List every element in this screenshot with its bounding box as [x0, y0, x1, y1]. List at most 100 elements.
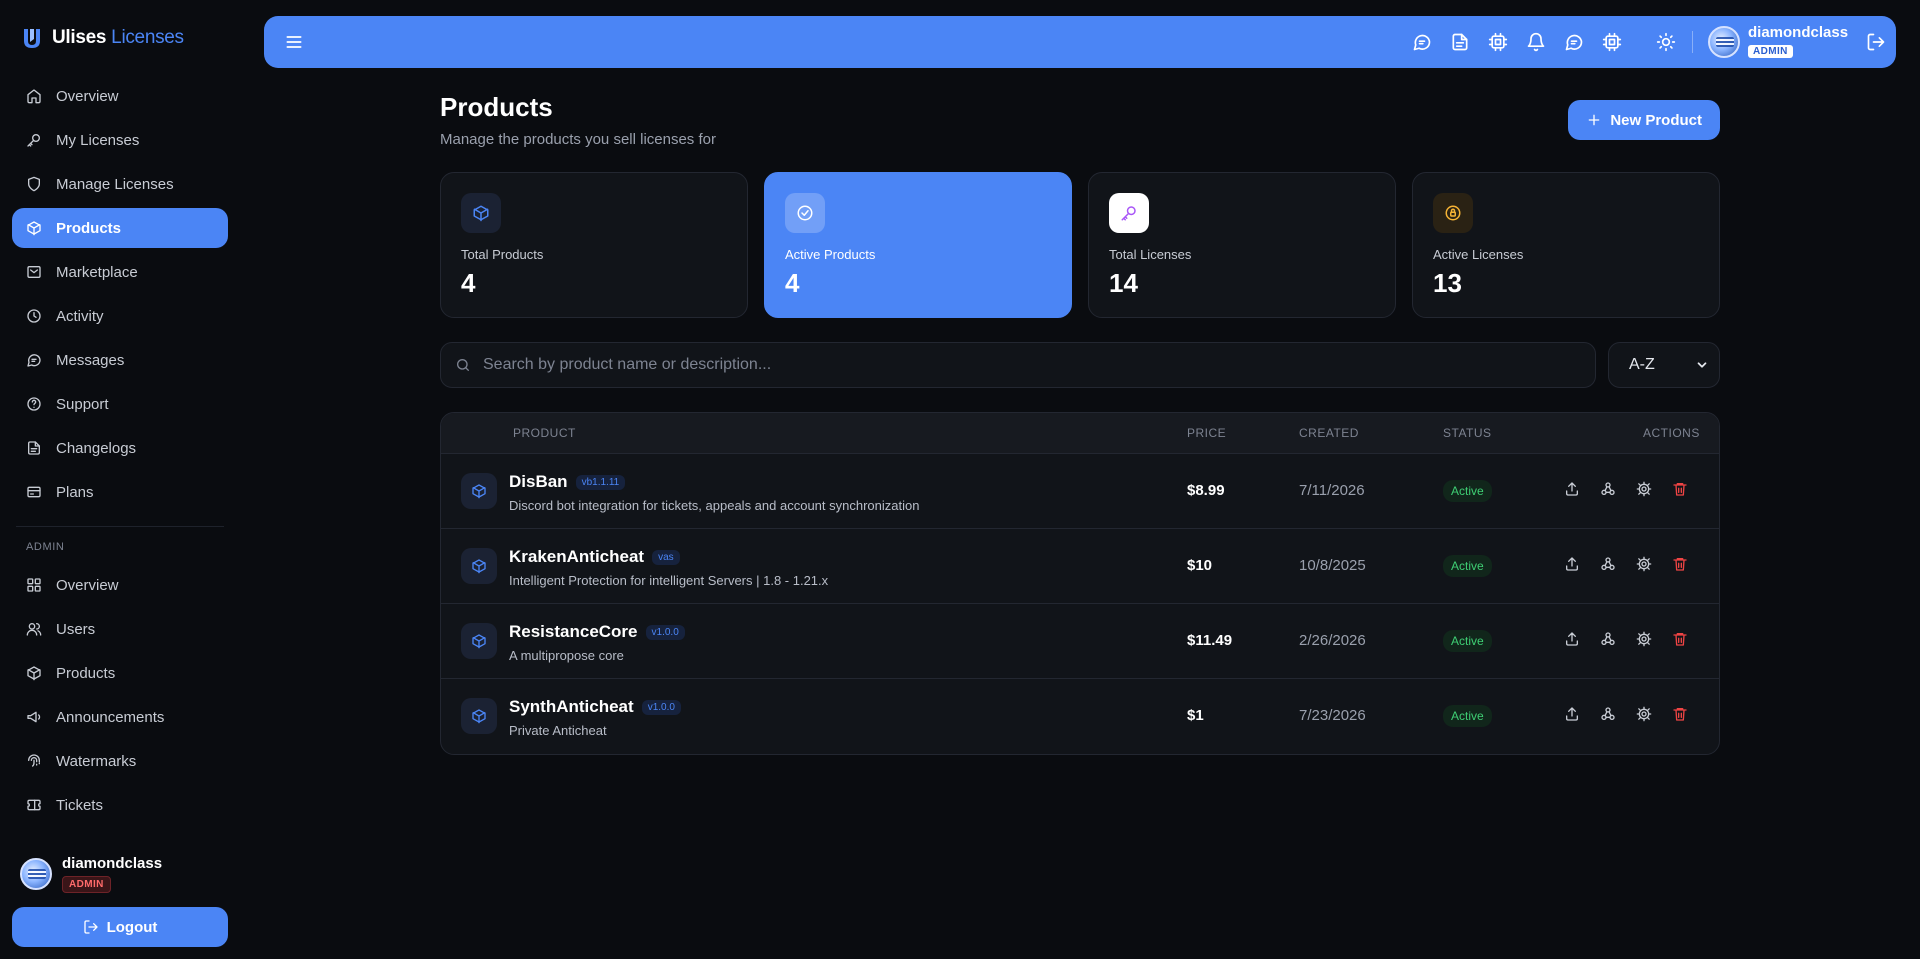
sun-icon[interactable] — [1656, 32, 1676, 52]
product-description: Discord bot integration for tickets, app… — [509, 498, 920, 513]
logout-icon[interactable] — [1866, 32, 1886, 52]
product-name-line: KrakenAnticheat vas — [509, 547, 680, 567]
sidebar-item-admin-tickets[interactable]: Tickets — [12, 785, 228, 825]
product-created: 7/11/2026 — [1299, 482, 1365, 499]
table-row[interactable]: KrakenAnticheat vas Intelligent Protecti… — [441, 529, 1719, 604]
cpu-icon[interactable] — [1602, 32, 1622, 52]
sidebar-item-products[interactable]: Products — [12, 208, 228, 248]
product-price: $11.49 — [1187, 632, 1233, 649]
top-icon-group — [1412, 32, 1622, 52]
message-circle-icon[interactable] — [1564, 32, 1584, 52]
sidebar-item-support[interactable]: Support — [12, 384, 228, 424]
menu-icon[interactable] — [284, 32, 304, 52]
gear-icon[interactable] — [1636, 631, 1652, 647]
brand[interactable]: Ulises Licenses — [22, 24, 184, 52]
version-badge: v1.0.0 — [641, 699, 681, 715]
stat-active-licenses: Active Licenses 13 — [1412, 172, 1720, 318]
box-icon — [461, 698, 497, 734]
sidebar-item-activity[interactable]: Activity — [12, 296, 228, 336]
sidebar-item-messages[interactable]: Messages — [12, 340, 228, 380]
row-actions — [1564, 556, 1688, 572]
version-badge: vas — [652, 549, 680, 565]
sidebar-item-manage-licenses[interactable]: Manage Licenses — [12, 164, 228, 204]
trash-icon[interactable] — [1672, 481, 1688, 497]
upload-icon[interactable] — [1564, 481, 1580, 497]
sidebar-item-admin-announcements[interactable]: Announcements — [12, 697, 228, 737]
sort-select[interactable]: A-Z — [1608, 342, 1720, 388]
sidebar-username: diamondclass — [62, 855, 163, 872]
search-input[interactable] — [483, 356, 1595, 374]
stats-cards: Total Products 4 Active Products 4 Total… — [440, 172, 1720, 318]
grid-icon — [27, 578, 41, 592]
sidebar-item-admin-products[interactable]: Products — [12, 653, 228, 693]
trash-icon[interactable] — [1672, 556, 1688, 572]
product-name-line: ResistanceCore v1.0.0 — [509, 622, 685, 642]
key-icon — [1109, 193, 1149, 233]
clock-icon — [27, 309, 41, 323]
plus-icon — [1588, 114, 1600, 126]
sidebar-user[interactable]: diamondclass ADMIN — [20, 855, 162, 893]
logout-button[interactable]: Logout — [12, 907, 228, 947]
new-product-button[interactable]: New Product — [1568, 100, 1720, 140]
stat-label: Active Products — [785, 247, 876, 262]
sidebar-item-my-licenses[interactable]: My Licenses — [12, 120, 228, 160]
col-status: STATUS — [1443, 426, 1492, 440]
ticket-icon — [27, 799, 41, 811]
avatar — [1708, 25, 1740, 58]
sidebar-item-admin-watermarks[interactable]: Watermarks — [12, 741, 228, 781]
sidebar-item-admin-users[interactable]: Users — [12, 609, 228, 649]
gear-icon[interactable] — [1636, 481, 1652, 497]
page-title: Products — [440, 92, 553, 122]
card-icon — [27, 486, 41, 498]
bell-icon[interactable] — [1526, 32, 1546, 52]
trash-icon[interactable] — [1672, 631, 1688, 647]
col-created: CREATED — [1299, 426, 1359, 440]
stat-label: Total Licenses — [1109, 247, 1192, 262]
webhook-icon[interactable] — [1600, 631, 1616, 647]
sidebar-item-marketplace[interactable]: Marketplace — [12, 252, 228, 292]
webhook-icon[interactable] — [1600, 706, 1616, 722]
product-description: Intelligent Protection for intelligent S… — [509, 573, 829, 588]
sidebar-item-plans[interactable]: Plans — [12, 472, 228, 512]
row-actions — [1564, 706, 1688, 722]
box-icon — [461, 623, 497, 659]
sidebar-item-label: My Licenses — [56, 131, 140, 149]
brand-name: Ulises Licenses — [52, 27, 184, 48]
badge-check-icon — [785, 193, 825, 233]
product-name: DisBan — [509, 472, 568, 491]
sidebar-item-label: Messages — [56, 351, 125, 369]
megaphone-icon — [27, 711, 41, 723]
stat-value: 4 — [461, 268, 476, 298]
sidebar-nav: Overview My Licenses Manage Licenses Pro… — [12, 76, 228, 829]
gear-icon[interactable] — [1636, 556, 1652, 572]
sidebar-item-label: Watermarks — [56, 752, 137, 770]
topbar-user[interactable]: diamondclass ADMIN — [1708, 24, 1848, 59]
webhook-icon[interactable] — [1600, 481, 1616, 497]
version-badge: vb1.1.11 — [575, 474, 626, 490]
sidebar-item-changelogs[interactable]: Changelogs — [12, 428, 228, 468]
webhook-icon[interactable] — [1600, 556, 1616, 572]
file-icon — [28, 441, 40, 455]
page-subtitle: Manage the products you sell licenses fo… — [440, 131, 716, 148]
sidebar-item-label: Tickets — [56, 796, 103, 814]
gear-icon[interactable] — [1636, 706, 1652, 722]
box-icon — [27, 666, 41, 681]
table-row[interactable]: ResistanceCore v1.0.0 A multipropose cor… — [441, 604, 1719, 679]
table-row[interactable]: DisBan vb1.1.11 Discord bot integration … — [441, 454, 1719, 529]
col-product: PRODUCT — [513, 426, 576, 440]
key-icon — [27, 134, 40, 147]
box-icon — [461, 548, 497, 584]
table-row[interactable]: SynthAnticheat v1.0.0 Private Anticheat … — [441, 679, 1719, 754]
chip-icon[interactable] — [1488, 32, 1508, 52]
upload-icon[interactable] — [1564, 706, 1580, 722]
product-description: Private Anticheat — [509, 723, 607, 738]
trash-icon[interactable] — [1672, 706, 1688, 722]
sidebar-item-admin-overview[interactable]: Overview — [12, 565, 228, 605]
upload-icon[interactable] — [1564, 556, 1580, 572]
main-content: Products Manage the products you sell li… — [440, 92, 1720, 755]
upload-icon[interactable] — [1564, 631, 1580, 647]
sidebar-item-label: Products — [56, 664, 116, 682]
sidebar-item-overview[interactable]: Overview — [12, 76, 228, 116]
chat-icon[interactable] — [1412, 32, 1432, 52]
document-icon[interactable] — [1450, 32, 1470, 52]
